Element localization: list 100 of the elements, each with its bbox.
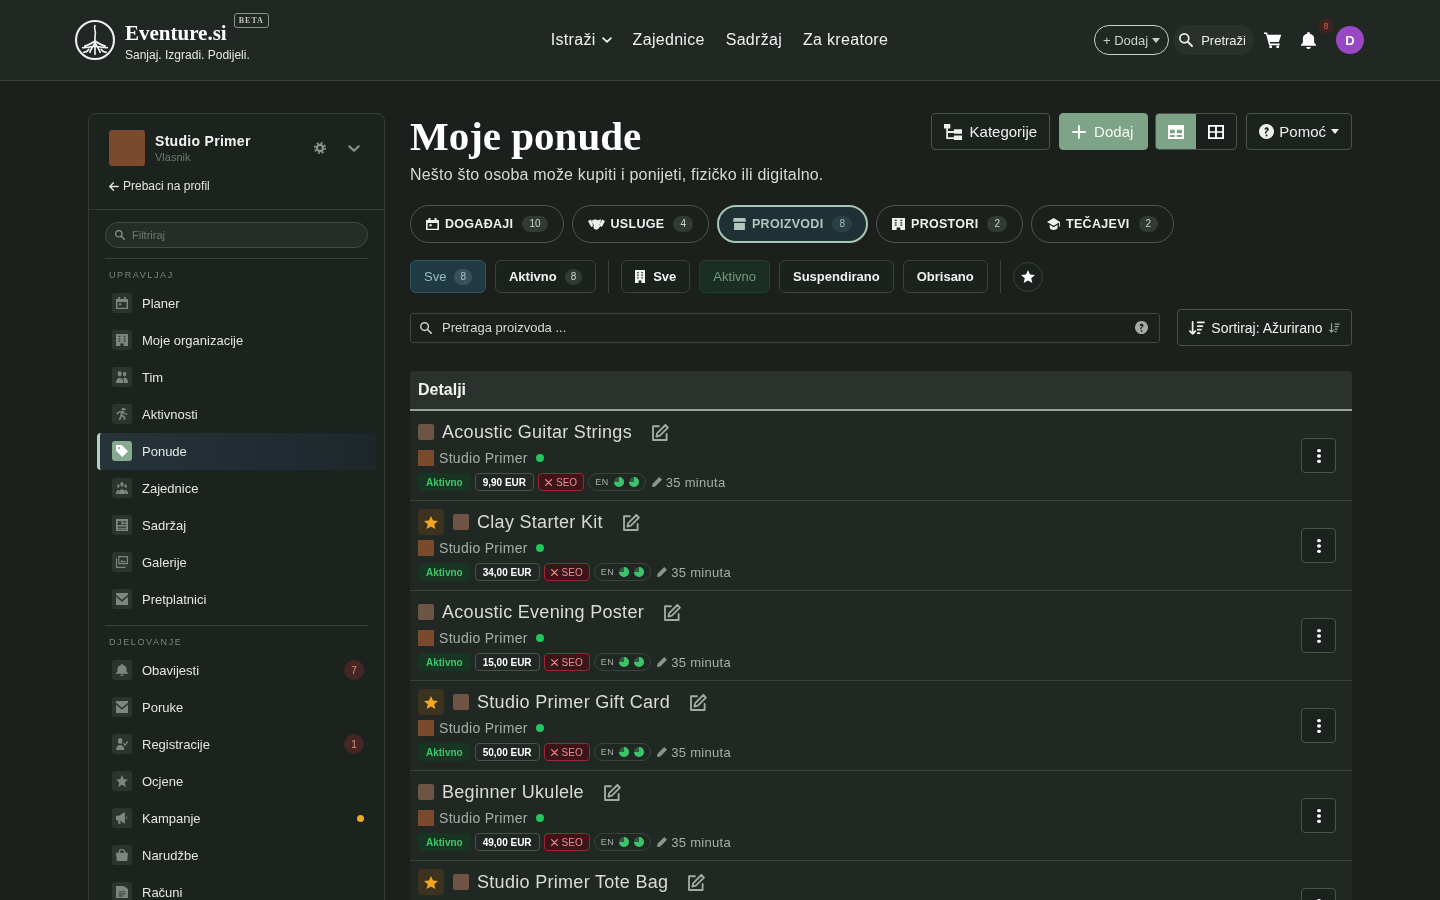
search-icon: [420, 321, 432, 334]
offer-title[interactable]: Studio Primer Tote Bag: [477, 871, 669, 893]
cross-icon: [545, 478, 553, 486]
filter-button[interactable]: Obrisano: [902, 260, 988, 293]
offer-title[interactable]: Acoustic Guitar Strings: [442, 421, 632, 443]
favorites-filter-button[interactable]: [1012, 261, 1043, 292]
section-heading: DJELOVANJE: [108, 635, 184, 648]
notification-count: 8: [1318, 17, 1334, 34]
page-title: Moje ponude: [410, 113, 643, 159]
sidebar-item[interactable]: Aktivnosti: [97, 395, 376, 433]
language-code: EN: [600, 567, 615, 577]
filter-button[interactable]: Aktivno: [699, 260, 770, 293]
images-icon: [112, 552, 132, 572]
pie-chart-icon: [634, 657, 645, 667]
brand-name[interactable]: Eventure.si: [125, 20, 227, 45]
reading-time: 35 minuta: [671, 834, 732, 850]
offer-title[interactable]: Clay Starter Kit: [477, 511, 603, 533]
more-options-button[interactable]: [1301, 798, 1336, 833]
help-button[interactable]: Pomoć: [1246, 113, 1352, 150]
offer-title[interactable]: Beginner Ukulele: [442, 781, 584, 803]
sidebar-item[interactable]: Galerije: [97, 543, 376, 581]
vertical-dots-icon: [1316, 448, 1321, 463]
more-options-button[interactable]: [1301, 438, 1336, 473]
photo-placeholder: [453, 514, 469, 530]
status-badge: Aktivno: [418, 473, 471, 491]
cart-icon[interactable]: [1264, 32, 1282, 48]
more-options-button[interactable]: [1301, 708, 1336, 743]
owner-name: Studio Primer: [439, 720, 528, 736]
language-code: EN: [600, 747, 615, 757]
sidebar-item[interactable]: Računi: [97, 873, 376, 900]
sidebar-item[interactable]: Zajednice: [97, 469, 376, 507]
sidebar-item[interactable]: Ocjene: [97, 762, 376, 800]
vertical-dots-icon: [1316, 628, 1321, 643]
caret-icon: [1331, 129, 1339, 134]
more-options-button[interactable]: [1301, 618, 1336, 653]
pie-chart-icon: [613, 477, 624, 487]
bell-icon[interactable]: [1301, 31, 1316, 49]
sort-button[interactable]: Sortiraj: Ažurirano: [1177, 309, 1352, 346]
chevron-down-icon[interactable]: [348, 144, 360, 152]
sidebar-item[interactable]: Tim: [97, 358, 376, 396]
edit-icon[interactable]: [622, 513, 640, 531]
seo-label: SEO: [561, 656, 583, 668]
list-header: Detalji: [410, 371, 1352, 411]
pencil-icon: [657, 747, 668, 757]
price-badge: 34,00 EUR: [474, 563, 540, 581]
nav-link[interactable]: Za kreatore: [803, 31, 889, 49]
photo-placeholder: [418, 720, 434, 736]
categories-button[interactable]: Kategorije: [930, 113, 1051, 150]
sidebar-item[interactable]: Obavijesti 7: [97, 651, 376, 689]
sidebar-item[interactable]: Moje organizacije: [97, 321, 376, 359]
sidebar-item[interactable]: Ponude: [97, 432, 376, 470]
user-avatar[interactable]: D: [1336, 26, 1364, 54]
edit-icon[interactable]: [651, 423, 669, 441]
sidebar-item[interactable]: Planer: [97, 284, 376, 322]
sidebar-item[interactable]: Poruke: [97, 688, 376, 726]
photo-placeholder: [453, 694, 469, 710]
nav-link[interactable]: Sadržaj: [725, 31, 783, 49]
filter-button[interactable]: Aktivno 8: [494, 260, 597, 293]
offer-title[interactable]: Acoustic Evening Poster: [442, 601, 644, 623]
filter-button[interactable]: Sve: [621, 260, 691, 293]
filter-field[interactable]: Filtriraj: [105, 221, 368, 248]
view-mode-button[interactable]: [1156, 114, 1197, 149]
edit-icon[interactable]: [688, 873, 706, 891]
pie-chart-icon: [619, 747, 630, 757]
edit-icon[interactable]: [603, 783, 621, 801]
brand-tagline: Sanjaj. Izgradi. Podijeli.: [125, 47, 251, 62]
team-icon: [112, 367, 132, 387]
vertical-dots-icon: [1316, 808, 1321, 823]
sidebar-item[interactable]: Narudžbe: [97, 836, 376, 874]
help-icon[interactable]: [1135, 321, 1148, 334]
pie-chart-icon: [634, 567, 645, 577]
filter-button[interactable]: Sve 8: [410, 260, 486, 293]
search-button[interactable]: Pretraži: [1173, 25, 1254, 55]
photo-placeholder: [418, 784, 434, 800]
arrow-left-icon: [109, 181, 119, 191]
edit-icon[interactable]: [689, 693, 707, 711]
more-options-button[interactable]: [1301, 528, 1336, 563]
runner-icon: [112, 404, 132, 424]
settings-icon[interactable]: [314, 142, 326, 154]
tree-logo-icon[interactable]: [75, 20, 115, 60]
owner-name: Studio Primer: [439, 450, 528, 466]
seo-label: SEO: [561, 566, 583, 578]
pie-chart-icon: [619, 567, 630, 577]
nav-link[interactable]: Zajednice: [632, 31, 705, 49]
envelope-icon: [112, 589, 132, 609]
nav-link[interactable]: Istraži: [550, 31, 612, 49]
switch-profile-link[interactable]: Prebaci na profil: [109, 179, 210, 193]
photo-placeholder: [418, 450, 434, 466]
edit-icon[interactable]: [664, 603, 681, 621]
envelope-icon: [112, 697, 132, 717]
offer-title[interactable]: Studio Primer Gift Card: [477, 691, 670, 713]
search-field[interactable]: Pretraga proizvoda ...: [410, 312, 1160, 343]
filter-button[interactable]: Suspendirano: [779, 260, 894, 293]
help-icon: [1259, 124, 1275, 139]
building-icon: [892, 218, 905, 230]
sidebar-item[interactable]: Kampanje: [97, 799, 376, 837]
category-tab[interactable]: PROIZVODI 8: [716, 205, 868, 243]
sidebar-item[interactable]: Registracije 1: [97, 725, 376, 763]
sidebar-item[interactable]: Pretplatnici: [97, 580, 376, 618]
sidebar-item[interactable]: Sadržaj: [97, 506, 376, 544]
